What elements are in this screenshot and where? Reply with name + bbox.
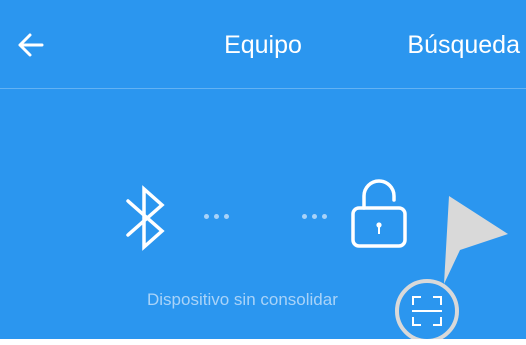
bottom-strip	[0, 339, 526, 345]
scan-icon	[395, 279, 459, 343]
dot	[214, 214, 219, 219]
dot	[322, 214, 327, 219]
connection-dots-right	[302, 214, 327, 219]
dot	[312, 214, 317, 219]
tutorial-pointer-arrow	[444, 196, 508, 284]
dot	[204, 214, 209, 219]
scan-button[interactable]	[394, 278, 460, 344]
device-screen: Equipo Búsqueda Dispositivo sin consolid…	[0, 0, 526, 345]
bluetooth-icon	[126, 185, 165, 251]
top-app-bar: Equipo Búsqueda	[0, 0, 526, 88]
dot	[224, 214, 229, 219]
search-button[interactable]: Búsqueda	[407, 30, 520, 60]
dot	[302, 214, 307, 219]
connection-dots-left	[204, 214, 229, 219]
status-text: Dispositivo sin consolidar	[147, 290, 338, 309]
